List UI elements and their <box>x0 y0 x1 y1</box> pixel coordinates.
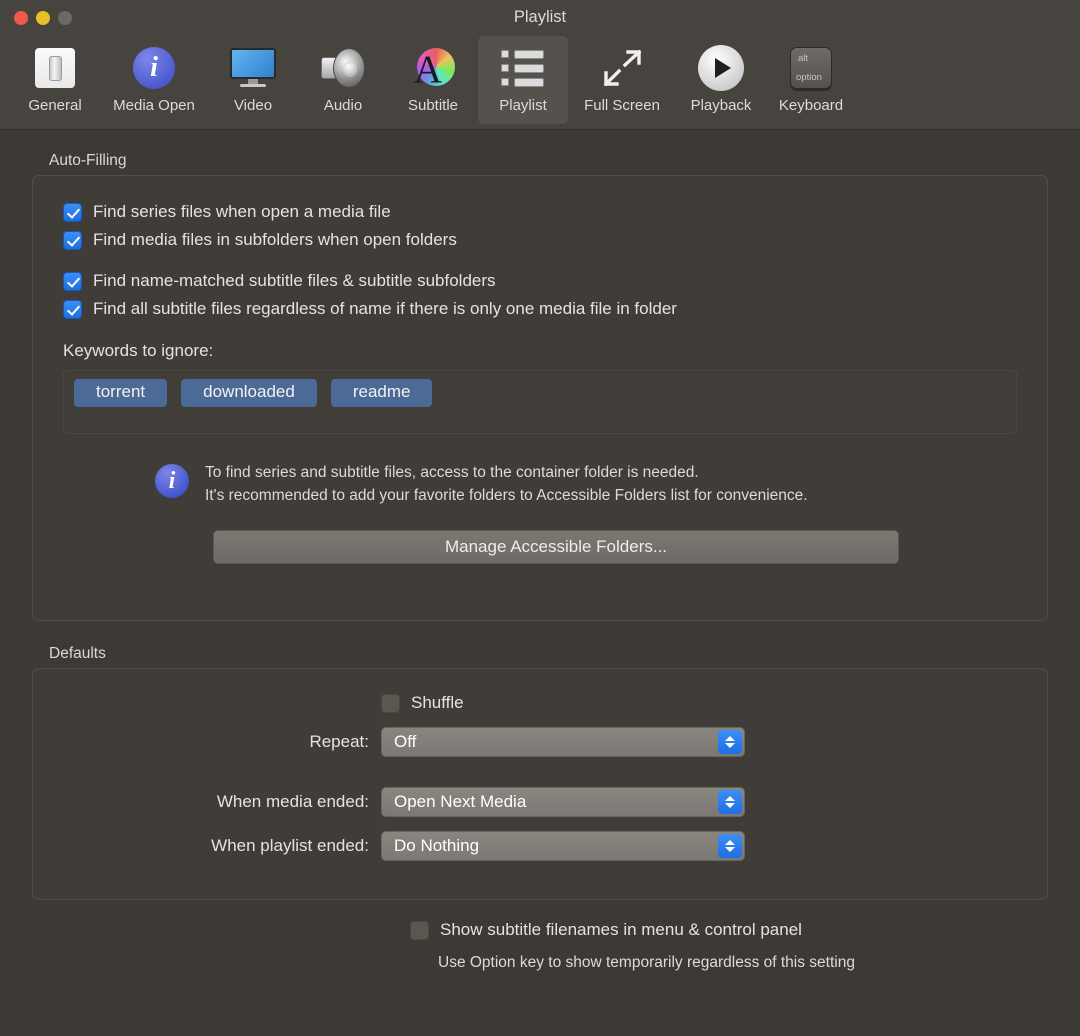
tab-audio[interactable]: Audio <box>298 36 388 124</box>
when-playlist-ended-dropdown[interactable]: Do Nothing <box>381 831 745 861</box>
tab-keyboard[interactable]: altoption Keyboard <box>766 36 856 124</box>
tab-playback[interactable]: Playback <box>676 36 766 124</box>
repeat-value: Off <box>382 732 416 752</box>
info-icon: i <box>155 464 189 498</box>
tab-video[interactable]: Video <box>208 36 298 124</box>
checkbox-find-name-matched-subtitles-box[interactable] <box>63 272 82 291</box>
tab-media-open-label: Media Open <box>113 97 195 114</box>
preferences-toolbar: General i Media Open Video <box>0 36 1080 130</box>
info-line-2: It's recommended to add your favorite fo… <box>205 485 808 508</box>
preferences-window: Playlist General i Media Open Vide <box>0 0 1080 1036</box>
checkbox-show-subtitle-filenames[interactable]: Show subtitle filenames in menu & contro… <box>410 920 1048 940</box>
tab-media-open[interactable]: i Media Open <box>100 36 208 124</box>
keywords-token-field[interactable]: torrent downloaded readme <box>63 370 1017 434</box>
info-line-1: To find series and subtitle files, acces… <box>205 462 808 485</box>
defaults-box: Shuffle Repeat: Off When media ended: <box>32 668 1048 900</box>
switch-icon <box>27 42 83 94</box>
chevron-updown-icon[interactable] <box>718 790 742 814</box>
auto-filling-title: Auto-Filling <box>49 152 1048 170</box>
tab-full-screen-label: Full Screen <box>584 97 660 114</box>
checkbox-find-media-subfolders-box[interactable] <box>63 231 82 250</box>
when-playlist-ended-value: Do Nothing <box>382 836 479 856</box>
preferences-content: Auto-Filling Find series files when open… <box>0 130 1080 1036</box>
tab-subtitle[interactable]: A Subtitle <box>388 36 478 124</box>
accessible-folders-info-text: To find series and subtitle files, acces… <box>205 462 808 508</box>
repeat-dropdown[interactable]: Off <box>381 727 745 757</box>
repeat-label: Repeat: <box>33 732 381 752</box>
keyword-token[interactable]: torrent <box>74 379 167 407</box>
row-when-playlist-ended: When playlist ended: Do Nothing <box>33 831 1047 861</box>
play-circle-icon <box>693 42 749 94</box>
checkbox-find-series-files[interactable]: Find series files when open a media file <box>63 202 1017 222</box>
row-spacer <box>33 771 1047 787</box>
keyword-token[interactable]: downloaded <box>181 379 317 407</box>
tab-audio-label: Audio <box>324 97 362 114</box>
checkbox-find-series-files-label: Find series files when open a media file <box>93 202 391 222</box>
section-defaults: Defaults Shuffle Repeat: Off <box>32 645 1048 900</box>
when-media-ended-dropdown[interactable]: Open Next Media <box>381 787 745 817</box>
checkbox-find-all-subtitles-label: Find all subtitle files regardless of na… <box>93 299 677 319</box>
checkbox-find-name-matched-subtitles[interactable]: Find name-matched subtitle files & subti… <box>63 271 1017 291</box>
tab-playlist-label: Playlist <box>499 97 547 114</box>
option-key-note: Use Option key to show temporarily regar… <box>410 954 1048 972</box>
checkbox-show-subtitle-filenames-label: Show subtitle filenames in menu & contro… <box>440 920 802 940</box>
row-when-media-ended: When media ended: Open Next Media <box>33 787 1047 817</box>
window-title: Playlist <box>0 8 1080 27</box>
monitor-icon <box>225 42 281 94</box>
checkbox-find-all-subtitles-box[interactable] <box>63 300 82 319</box>
checkbox-shuffle-label: Shuffle <box>411 693 464 713</box>
defaults-title: Defaults <box>49 645 1048 663</box>
checkbox-find-media-subfolders-label: Find media files in subfolders when open… <box>93 230 457 250</box>
expand-arrows-icon <box>594 42 650 94</box>
checkbox-shuffle[interactable]: Shuffle <box>381 693 464 713</box>
keyword-token[interactable]: readme <box>331 379 433 407</box>
tab-subtitle-label: Subtitle <box>408 97 458 114</box>
manage-folders-button-wrap: Manage Accessible Folders... <box>63 530 1017 564</box>
row-repeat: Repeat: Off <box>33 727 1047 757</box>
when-media-ended-label: When media ended: <box>33 792 381 812</box>
section-auto-filling: Auto-Filling Find series files when open… <box>32 152 1048 621</box>
bottom-settings: Show subtitle filenames in menu & contro… <box>32 920 1048 972</box>
checkbox-find-media-subfolders[interactable]: Find media files in subfolders when open… <box>63 230 1017 250</box>
option-key-icon: altoption <box>783 42 839 94</box>
checkbox-find-name-matched-subtitles-label: Find name-matched subtitle files & subti… <box>93 271 496 291</box>
tab-video-label: Video <box>234 97 272 114</box>
when-playlist-ended-label: When playlist ended: <box>33 836 381 856</box>
chevron-updown-icon[interactable] <box>718 834 742 858</box>
tab-full-screen[interactable]: Full Screen <box>568 36 676 124</box>
list-icon <box>495 42 551 94</box>
checkbox-find-series-files-box[interactable] <box>63 203 82 222</box>
title-bar: Playlist <box>0 0 1080 36</box>
checkbox-show-subtitle-filenames-box[interactable] <box>410 921 429 940</box>
color-letter-a-icon: A <box>405 42 461 94</box>
keywords-to-ignore-label: Keywords to ignore: <box>63 341 1017 361</box>
checkbox-find-all-subtitles[interactable]: Find all subtitle files regardless of na… <box>63 299 1017 319</box>
manage-accessible-folders-button[interactable]: Manage Accessible Folders... <box>213 530 899 564</box>
tab-keyboard-label: Keyboard <box>779 97 843 114</box>
auto-filling-box: Find series files when open a media file… <box>32 175 1048 621</box>
when-media-ended-value: Open Next Media <box>382 792 526 812</box>
accessible-folders-info: i To find series and subtitle files, acc… <box>63 462 1017 508</box>
row-shuffle: Shuffle <box>33 693 1047 713</box>
tab-general-label: General <box>28 97 81 114</box>
tab-playback-label: Playback <box>691 97 752 114</box>
speaker-icon <box>315 42 371 94</box>
chevron-updown-icon[interactable] <box>718 730 742 754</box>
tab-playlist[interactable]: Playlist <box>478 36 568 124</box>
info-circle-icon: i <box>126 42 182 94</box>
checkbox-shuffle-box[interactable] <box>381 694 400 713</box>
tab-general[interactable]: General <box>10 36 100 124</box>
